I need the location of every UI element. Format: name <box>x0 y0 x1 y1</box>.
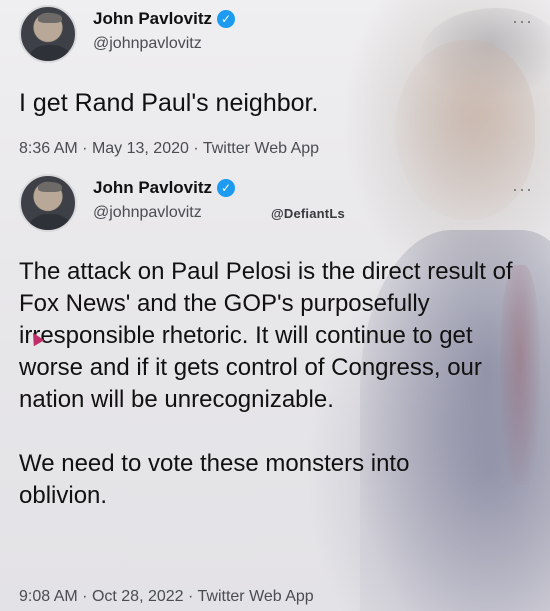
author-handle[interactable]: @johnpavlovitz <box>93 35 202 53</box>
tweet-time[interactable]: 9:08 AM <box>19 588 78 605</box>
author-handle[interactable]: @johnpavlovitz <box>93 204 202 222</box>
verified-icon: ✓ <box>217 10 236 28</box>
separator: · <box>193 140 199 157</box>
tweet-time[interactable]: 8:36 AM <box>19 140 78 157</box>
avatar[interactable] <box>19 174 77 232</box>
tweet-source[interactable]: Twitter Web App <box>198 588 314 605</box>
more-options-icon[interactable]: ··· <box>512 180 533 198</box>
avatar-hair <box>38 13 62 23</box>
tweet-paragraph: We need to vote these monsters into obli… <box>19 450 410 509</box>
separator: · <box>82 588 88 605</box>
tweet-paragraph: The attack on Paul Pelosi is the direct … <box>19 258 513 413</box>
verified-icon: ✓ <box>217 179 236 197</box>
avatar-shirt <box>29 45 71 61</box>
author-name-text: John Pavlovitz <box>93 9 213 28</box>
watermark: @DefiantLs <box>271 206 345 221</box>
tweet-source[interactable]: Twitter Web App <box>203 140 319 157</box>
tweet-date[interactable]: May 13, 2020 <box>92 140 189 157</box>
separator: · <box>82 140 88 157</box>
author-name[interactable]: John Pavlovitz ✓ <box>93 178 236 198</box>
tweet-1: John Pavlovitz ✓ @johnpavlovitz ··· I ge… <box>0 0 550 168</box>
tweet-date[interactable]: Oct 28, 2022 <box>92 588 184 605</box>
tweet-text: The attack on Paul Pelosi is the direct … <box>19 256 519 512</box>
avatar-hair <box>38 182 62 192</box>
separator: · <box>188 588 194 605</box>
tweet-text: I get Rand Paul's neighbor. <box>19 89 319 117</box>
more-options-icon[interactable]: ··· <box>512 12 533 30</box>
avatar[interactable] <box>19 5 77 63</box>
author-name-text: John Pavlovitz <box>93 178 213 197</box>
tweet-meta: 9:08 AM · Oct 28, 2022 · Twitter Web App <box>19 588 314 606</box>
tweet-2: John Pavlovitz ✓ @johnpavlovitz @Defiant… <box>0 168 550 611</box>
tweet-meta: 8:36 AM · May 13, 2020 · Twitter Web App <box>19 140 319 158</box>
avatar-shirt <box>29 214 71 230</box>
author-name[interactable]: John Pavlovitz ✓ <box>93 9 236 29</box>
